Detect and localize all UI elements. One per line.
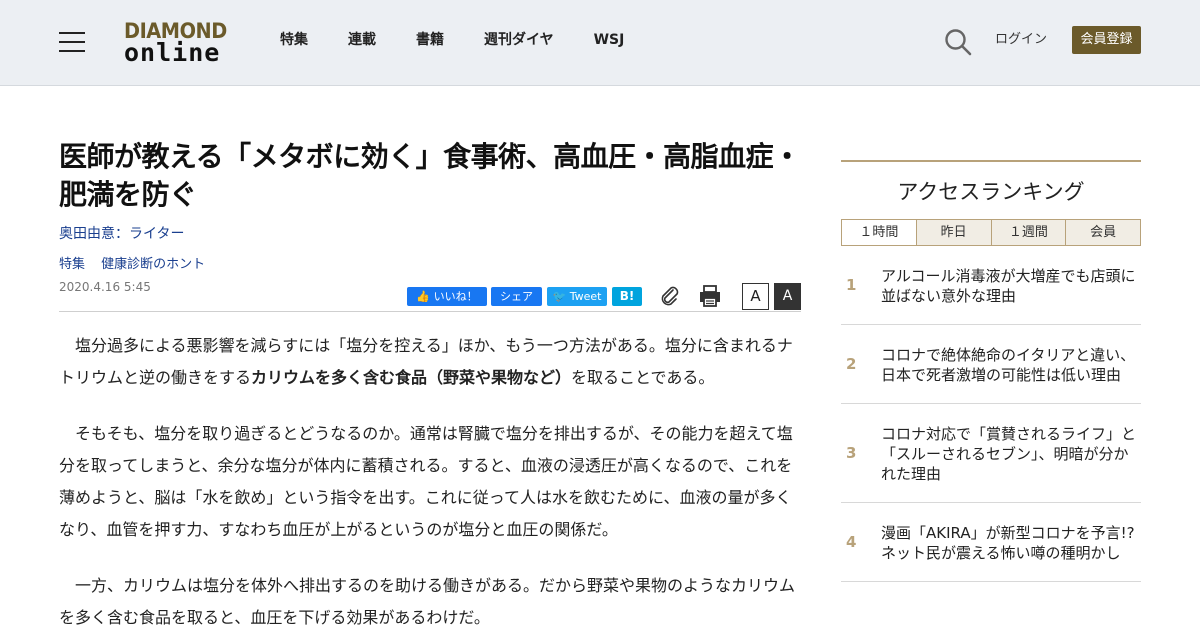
tab-yesterday[interactable]: 昨日 — [916, 219, 992, 246]
article-body: 塩分過多による悪影響を減らすには「塩分を控える」ほか、もう一つ方法がある。塩分に… — [59, 330, 801, 630]
tweet-label: Tweet — [569, 290, 602, 303]
clip-icon[interactable] — [659, 285, 681, 307]
nav-item-shoseki[interactable]: 書籍 — [416, 31, 444, 49]
paragraph-3: 一方、カリウムは塩分を体外へ排出するのを助ける働きがある。だから野菜や果物のよう… — [59, 576, 796, 627]
category-link[interactable]: 健康診断のホント — [101, 257, 205, 272]
nav-item-weekly-diamond[interactable]: 週刊ダイヤ — [484, 31, 554, 49]
search-icon[interactable] — [944, 28, 972, 56]
article-title: 医師が教える「メタボに効く」食事術、高血圧・高脂血症・肥満を防ぐ — [59, 140, 801, 211]
nav-item-wsj[interactable]: WSJ — [594, 31, 625, 49]
article-meta: 2020.4.16 5:45 👍 いいね！ シェア 🐦 Tweet B! A A — [59, 276, 801, 312]
ranking-link[interactable]: 漫画「AKIRA」が新型コロナを予言!?ネット民が震える怖い噂の種明かし — [881, 523, 1141, 563]
logo-bottom-text: online — [124, 38, 221, 67]
publish-date: 2020.4.16 5:45 — [59, 280, 151, 294]
ranking-item[interactable]: 4 漫画「AKIRA」が新型コロナを予言!?ネット民が震える怖い噂の種明かし — [841, 503, 1141, 582]
nav-item-tokushu[interactable]: 特集 — [280, 31, 308, 49]
hatena-bookmark-button[interactable]: B! — [612, 287, 642, 306]
paragraph-text: を取ることである。 — [571, 368, 715, 387]
tab-members[interactable]: 会員 — [1066, 219, 1141, 246]
login-link[interactable]: ログイン — [995, 31, 1047, 49]
facebook-like-button[interactable]: 👍 いいね！ — [407, 287, 487, 306]
author-link[interactable]: 奥田由意：ライター — [59, 224, 801, 244]
ranking-link[interactable]: アルコール消毒液が大増産でも店頭に並ばない意外な理由 — [881, 266, 1141, 306]
site-header: DIAMOND online 特集 連載 書籍 週刊ダイヤ WSJ ログイン 会… — [0, 0, 1200, 86]
ranking-tabs: １時間 昨日 １週間 会員 — [841, 219, 1141, 246]
font-size-large-button[interactable]: A — [774, 283, 801, 310]
paragraph-bold-text: カリウムを多く含む食品（野菜や果物など） — [251, 368, 572, 387]
article: 医師が教える「メタボに効く」食事術、高血圧・高脂血症・肥満を防ぐ 奥田由意：ライ… — [59, 138, 801, 630]
site-logo[interactable]: DIAMOND online — [124, 20, 228, 66]
ranking-item[interactable]: 2 コロナで絶体絶命のイタリアと違い、日本で死者激増の可能性は低い理由 — [841, 325, 1141, 404]
nav-item-rensai[interactable]: 連載 — [348, 31, 376, 49]
tab-1-hour[interactable]: １時間 — [841, 219, 917, 246]
ranking-link[interactable]: コロナ対応で「賞賛されるライフ」と「スルーされるセブン」、明暗が分かれた理由 — [881, 424, 1141, 484]
paragraph-2: そもそも、塩分を取り過ぎるとどうなるのか。通常は腎臓で塩分を排出するが、その能力… — [59, 424, 793, 539]
register-button[interactable]: 会員登録 — [1072, 26, 1141, 54]
rank-number: 2 — [846, 355, 857, 373]
rank-number: 4 — [846, 533, 857, 551]
thumbs-up-icon: 👍 — [416, 290, 431, 303]
ranking-link[interactable]: コロナで絶体絶命のイタリアと違い、日本で死者激増の可能性は低い理由 — [881, 345, 1141, 385]
rank-number: 1 — [846, 276, 857, 294]
like-label: いいね！ — [433, 290, 478, 303]
rank-number: 3 — [846, 444, 857, 462]
font-size-small-button[interactable]: A — [742, 283, 769, 310]
tab-1-week[interactable]: １週間 — [991, 219, 1067, 246]
facebook-share-button[interactable]: シェア — [491, 287, 542, 306]
menu-icon[interactable] — [59, 32, 85, 52]
print-icon[interactable] — [699, 284, 721, 308]
ranking-item[interactable]: 3 コロナ対応で「賞賛されるライフ」と「スルーされるセブン」、明暗が分かれた理由 — [841, 404, 1141, 503]
main-nav: 特集 連載 書籍 週刊ダイヤ WSJ — [280, 31, 664, 49]
tweet-button[interactable]: 🐦 Tweet — [547, 287, 607, 306]
category-list: 特集 健康診断のホント — [59, 256, 801, 274]
paragraph-1: 塩分過多による悪影響を減らすには「塩分を控える」ほか、もう一つ方法がある。塩分に… — [59, 330, 801, 394]
access-ranking: アクセスランキング １時間 昨日 １週間 会員 1 アルコール消毒液が大増産でも… — [841, 160, 1141, 582]
twitter-bird-icon: 🐦 — [552, 290, 567, 303]
ranking-item[interactable]: 1 アルコール消毒液が大増産でも店頭に並ばない意外な理由 — [841, 246, 1141, 325]
category-link[interactable]: 特集 — [59, 257, 85, 272]
ranking-title: アクセスランキング — [897, 180, 1085, 204]
